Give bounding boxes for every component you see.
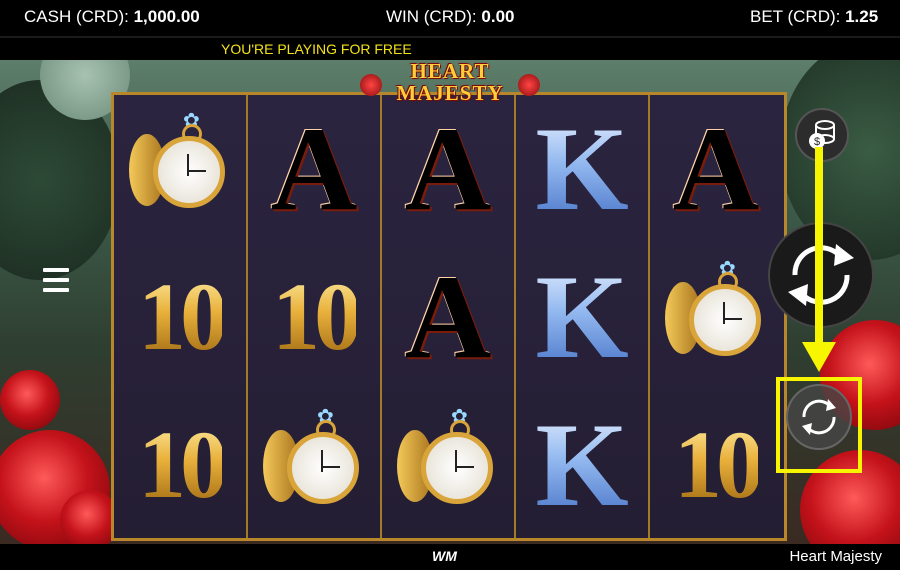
symbol-pocket-watch: ✿ xyxy=(248,391,380,538)
symbol-k: K xyxy=(516,95,648,242)
pocket-watch-icon: ✿ xyxy=(393,406,503,520)
symbol-10-glyph: 10 xyxy=(272,262,362,370)
symbol-a: A xyxy=(248,95,380,242)
highlight-arrow-head xyxy=(802,342,836,372)
game-name-label: Heart Majesty xyxy=(789,548,882,565)
bet-label: BET (CRD): xyxy=(750,7,841,26)
reel-1: ✿ 10 10 xyxy=(114,95,248,538)
symbol-10-glyph: 10 xyxy=(138,410,228,518)
logo-line-1: HEART xyxy=(410,59,490,83)
symbol-10: 10 xyxy=(248,243,380,390)
reel-5: A ✿ 10 xyxy=(650,95,782,538)
rose-decoration xyxy=(0,370,60,430)
symbol-k: K xyxy=(516,243,648,390)
symbol-10: 10 xyxy=(114,243,246,390)
brand-logo: WM xyxy=(432,548,457,564)
bet-display: BET (CRD): 1.25 xyxy=(750,7,878,27)
symbol-a: A xyxy=(382,95,514,242)
symbol-a: A xyxy=(382,243,514,390)
free-play-notice: YOU'RE PLAYING FOR FREE xyxy=(221,41,412,57)
symbol-k-glyph: K xyxy=(535,397,629,531)
symbol-pocket-watch: ✿ xyxy=(114,95,246,242)
win-label: WIN (CRD): xyxy=(386,7,477,26)
rose-icon xyxy=(518,74,540,96)
bet-value: 1.25 xyxy=(845,7,879,26)
symbol-10-glyph: 10 xyxy=(138,262,228,370)
highlight-box xyxy=(776,377,862,473)
symbol-a-glyph: A xyxy=(672,101,760,235)
game-logo: HEART MAJESTY xyxy=(360,60,540,106)
cash-value: 1,000.00 xyxy=(133,7,200,26)
reel-2: A 10 ✿ xyxy=(248,95,382,538)
symbol-10-glyph: 10 xyxy=(674,410,764,518)
symbol-pocket-watch: ✿ xyxy=(650,243,782,390)
cash-display: CASH (CRD): 1,000.00 xyxy=(24,7,200,27)
top-status-bar: CASH (CRD): 1,000.00 WIN (CRD): 0.00 BET… xyxy=(0,0,900,36)
symbol-10: 10 xyxy=(114,391,246,538)
pocket-watch-icon: ✿ xyxy=(125,110,235,224)
symbol-a-glyph: A xyxy=(404,249,492,383)
rose-icon xyxy=(360,74,382,96)
symbol-pocket-watch: ✿ xyxy=(382,391,514,538)
symbol-10: 10 xyxy=(650,391,782,538)
hamburger-menu-icon[interactable] xyxy=(43,268,69,298)
win-value: 0.00 xyxy=(481,7,515,26)
symbol-a-glyph: A xyxy=(270,101,358,235)
symbol-k: K xyxy=(516,391,648,538)
logo-line-2: MAJESTY xyxy=(396,81,504,105)
symbol-a: A xyxy=(650,95,782,242)
reel-3: A A ✿ xyxy=(382,95,516,538)
cash-label: CASH (CRD): xyxy=(24,7,129,26)
reel-grid: ✿ 10 10 A 10 ✿ A A ✿ K K K A ✿ 10 xyxy=(111,92,787,541)
pocket-watch-icon: ✿ xyxy=(661,258,771,372)
symbol-k-glyph: K xyxy=(535,249,629,383)
highlight-arrow xyxy=(815,147,823,347)
win-display: WIN (CRD): 0.00 xyxy=(386,7,514,27)
bottom-bar: WM Heart Majesty xyxy=(0,544,900,570)
symbol-a-glyph: A xyxy=(404,101,492,235)
pocket-watch-icon: ✿ xyxy=(259,406,369,520)
symbol-k-glyph: K xyxy=(535,101,629,235)
reel-4: KKK xyxy=(516,95,650,538)
